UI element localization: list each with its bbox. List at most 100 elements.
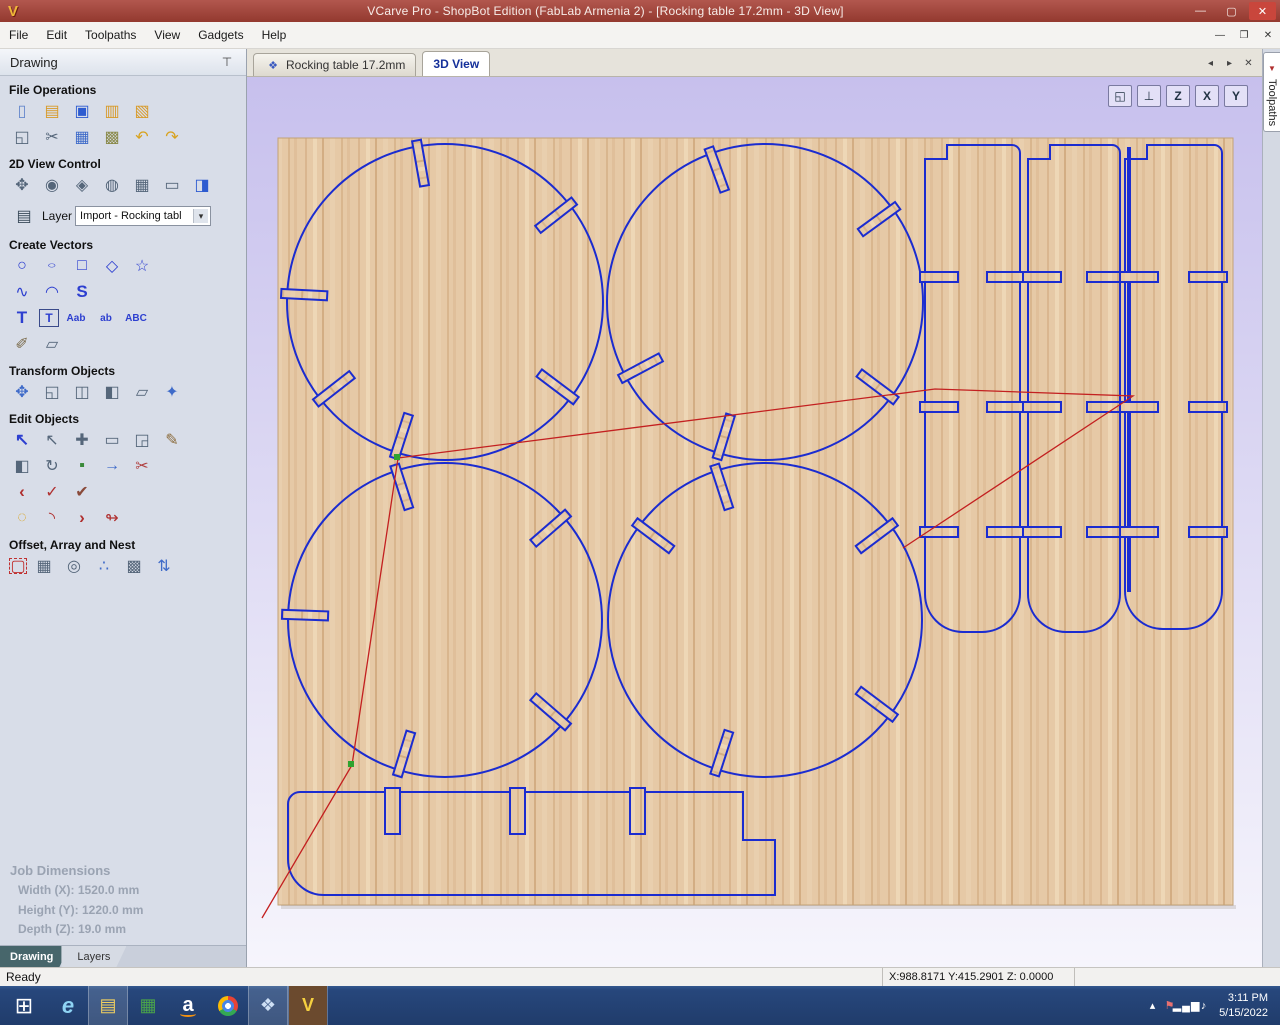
center-in-material-icon[interactable]: ◫ <box>69 380 95 404</box>
start-button-icon[interactable]: ⊞ <box>0 986 48 1025</box>
distort-object-icon[interactable]: ▱ <box>129 380 155 404</box>
draw-ellipse-icon[interactable]: ○ <box>39 259 65 272</box>
zoom-selected-icon[interactable]: ◍ <box>99 173 125 197</box>
draw-polyline-icon[interactable]: ∿ <box>9 280 35 304</box>
group-objects-icon[interactable]: ◧ <box>9 454 35 478</box>
mdi-restore-button-icon[interactable]: ❐ <box>1234 27 1254 43</box>
arc-edit-icon[interactable]: ◝ <box>39 506 65 530</box>
create-fillet-icon[interactable]: ◌ <box>9 506 35 530</box>
menu-gadgets[interactable]: Gadgets <box>189 24 252 46</box>
cad-app-icon[interactable]: ❖ <box>248 986 288 1025</box>
paste-icon[interactable]: ▩ <box>99 125 125 149</box>
menu-toolpaths[interactable]: Toolpaths <box>76 24 145 46</box>
array-copy-icon[interactable]: ▦ <box>31 554 57 578</box>
view-plane-x-icon[interactable]: X <box>1195 85 1219 107</box>
new-file-icon[interactable]: ▯ <box>9 99 35 123</box>
extend-vector-icon[interactable]: › <box>69 506 95 530</box>
tab-3d-view[interactable]: 3D View <box>422 51 491 76</box>
dropdown-arrow-icon[interactable]: ▾ <box>193 209 209 223</box>
mdi-minimize-button-icon[interactable]: — <box>1210 27 1230 43</box>
fit-curves-icon[interactable]: ✔ <box>69 480 95 504</box>
job-setup-icon[interactable]: ◱ <box>9 125 35 149</box>
offset-vectors-icon[interactable]: ▢ <box>9 558 27 575</box>
nest-parts-icon[interactable]: ▩ <box>121 554 147 578</box>
text-on-curve-icon[interactable]: ab <box>93 306 119 330</box>
3d-view-canvas[interactable] <box>247 77 1262 967</box>
mirror-objects-icon[interactable]: ◧ <box>99 380 125 404</box>
vector-paint-icon[interactable]: ✐ <box>9 332 35 356</box>
minimize-button-icon[interactable]: — <box>1187 2 1214 20</box>
curve-flow-icon[interactable]: ↬ <box>99 506 125 530</box>
copy-along-vectors-icon[interactable]: ∴ <box>91 554 117 578</box>
draw-text-icon[interactable]: T <box>9 306 35 330</box>
open-recent-folder-icon[interactable]: ▥ <box>99 99 125 123</box>
zoom-extents-icon[interactable]: ▦ <box>129 173 155 197</box>
cut-icon[interactable]: ✂ <box>39 125 65 149</box>
open-file-icon[interactable]: ▤ <box>39 99 65 123</box>
move-selection-icon[interactable]: ✥ <box>9 380 35 404</box>
menu-view[interactable]: View <box>145 24 189 46</box>
menu-file[interactable]: File <box>0 24 37 46</box>
set-size-icon[interactable]: ◱ <box>39 380 65 404</box>
quick-select-icon[interactable]: ✚ <box>69 428 95 452</box>
join-vectors-icon[interactable]: ‹ <box>9 480 35 504</box>
node-edit-tool-icon[interactable]: ↖ <box>39 428 65 452</box>
text-auto-size-icon[interactable]: Aab <box>63 306 89 330</box>
save-file-icon[interactable]: ▣ <box>69 99 95 123</box>
close-vector-icon[interactable]: ✓ <box>39 480 65 504</box>
switch-2d-3d-icon[interactable]: ◨ <box>189 173 215 197</box>
draw-arc-icon[interactable]: ◠ <box>39 280 65 304</box>
file-explorer-icon[interactable]: ▤ <box>88 986 128 1025</box>
tray-expand-icon[interactable]: ▴ <box>1144 991 1161 1021</box>
maximize-button-icon[interactable]: ▢ <box>1218 2 1245 20</box>
cut-object-icon[interactable]: ✂ <box>129 454 155 478</box>
tab-scroll-right-icon[interactable]: ▸ <box>1222 56 1237 71</box>
view-plane-y-icon[interactable]: Y <box>1224 85 1248 107</box>
edit-pencil-icon[interactable]: ✎ <box>159 428 185 452</box>
convert-text-to-curves-icon[interactable]: ABC <box>123 306 149 330</box>
clock[interactable]: 3:11 PM 5/15/2022 <box>1219 991 1268 1021</box>
pan-view-icon[interactable]: ✥ <box>9 173 35 197</box>
trim-vectors-icon[interactable]: ▱ <box>39 332 65 356</box>
measure-tool-icon[interactable]: ▭ <box>99 428 125 452</box>
select-tool-icon[interactable]: ↖ <box>9 428 35 452</box>
tab-rocking-table[interactable]: ❖ Rocking table 17.2mm <box>253 53 417 76</box>
draw-circle-icon[interactable]: ○ <box>9 254 35 278</box>
tab-close-icon[interactable]: ✕ <box>1241 56 1256 71</box>
close-button-icon[interactable]: ✕ <box>1249 2 1276 20</box>
z-order-sort-icon[interactable]: ⇅ <box>151 554 177 578</box>
delete-tool-icon[interactable]: ◲ <box>129 428 155 452</box>
zoom-interactive-icon[interactable]: ◉ <box>39 173 65 197</box>
tray-network-icon[interactable]: ▂▄▆ <box>1173 991 1200 1021</box>
toolpaths-tab[interactable]: ▼ Toolpaths <box>1263 52 1280 133</box>
tray-volume-icon[interactable]: ♪ <box>1195 991 1212 1021</box>
panel-tab-drawing[interactable]: Drawing <box>0 946 69 967</box>
view-iso-icon[interactable]: ⊥ <box>1137 85 1161 107</box>
menu-edit[interactable]: Edit <box>37 24 76 46</box>
internet-explorer-icon[interactable]: e <box>48 986 88 1025</box>
layer-select[interactable]: Import - Rocking tabl ▾ <box>75 206 212 226</box>
draw-polygon-icon[interactable]: ◇ <box>99 254 125 278</box>
draw-text-box-icon[interactable]: T <box>39 309 59 327</box>
vcarve-app-icon[interactable]: V <box>288 986 328 1025</box>
menu-help[interactable]: Help <box>253 24 296 46</box>
view-plane-z-icon[interactable]: Z <box>1166 85 1190 107</box>
draw-curve-icon[interactable]: S <box>69 280 95 304</box>
office-app-icon[interactable]: ▦ <box>128 986 168 1025</box>
import-vectors-icon[interactable]: ▧ <box>129 99 155 123</box>
pin-icon[interactable]: ⊤ <box>218 53 236 71</box>
undo-icon[interactable]: ↶ <box>129 125 155 149</box>
panel-tab-layers[interactable]: Layers <box>61 946 126 967</box>
copy-icon[interactable]: ▦ <box>69 125 95 149</box>
mdi-close-button-icon[interactable]: ✕ <box>1258 27 1278 43</box>
view-zoom-extents-icon[interactable]: ◱ <box>1108 85 1132 107</box>
align-objects-icon[interactable]: ✦ <box>159 380 185 404</box>
redo-icon[interactable]: ↷ <box>159 125 185 149</box>
fill-region-icon[interactable]: ▪ <box>69 454 95 478</box>
draw-rectangle-icon[interactable]: □ <box>69 254 95 278</box>
tab-scroll-left-icon[interactable]: ◂ <box>1203 56 1218 71</box>
rotate-objects-icon[interactable]: ↻ <box>39 454 65 478</box>
zoom-box-icon[interactable]: ◈ <box>69 173 95 197</box>
chrome-icon[interactable] <box>208 986 248 1025</box>
circular-copy-icon[interactable]: ◎ <box>61 554 87 578</box>
